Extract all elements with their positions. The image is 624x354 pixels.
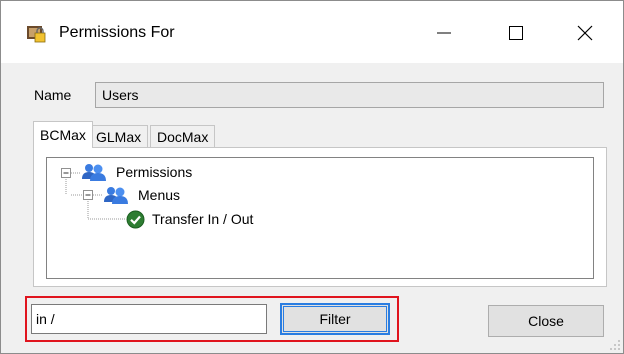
collapse-icon[interactable] (61, 168, 71, 178)
close-window-button[interactable] (562, 15, 608, 51)
tab-panel-bcmax: Permissions Menus Transfer In / Out (33, 147, 607, 287)
check-icon (126, 210, 145, 229)
permissions-tree[interactable]: Permissions Menus Transfer In / Out (46, 157, 594, 279)
window-title: Permissions For (59, 24, 175, 41)
app-icon (27, 26, 46, 43)
minimize-button[interactable] (421, 15, 467, 51)
title-bar[interactable]: Permissions For (1, 1, 623, 63)
resize-grip-icon[interactable] (609, 339, 621, 351)
close-button[interactable]: Close (488, 305, 604, 337)
name-field: Users (95, 82, 604, 108)
name-label: Name (34, 87, 72, 103)
filter-button[interactable]: Filter (280, 303, 390, 335)
tab-glmax[interactable]: GLMax (89, 125, 149, 147)
tab-bcmax[interactable]: BCMax (33, 121, 93, 148)
maximize-icon (509, 26, 523, 40)
close-icon (577, 25, 593, 41)
tree-node-permissions[interactable]: Permissions (116, 164, 192, 180)
minimize-icon (437, 32, 451, 34)
tab-docmax[interactable]: DocMax (150, 125, 216, 147)
tree-node-transfer-in-out[interactable]: Transfer In / Out (152, 211, 253, 227)
filter-input[interactable] (31, 304, 267, 334)
group-icon (104, 187, 128, 204)
permissions-dialog: Permissions For Name Users BCMax GLMax D… (0, 0, 624, 354)
tree-node-menus[interactable]: Menus (138, 187, 180, 203)
filter-button-label: Filter (283, 306, 387, 332)
maximize-button[interactable] (493, 15, 539, 51)
group-icon (82, 164, 106, 181)
collapse-icon[interactable] (83, 190, 93, 200)
